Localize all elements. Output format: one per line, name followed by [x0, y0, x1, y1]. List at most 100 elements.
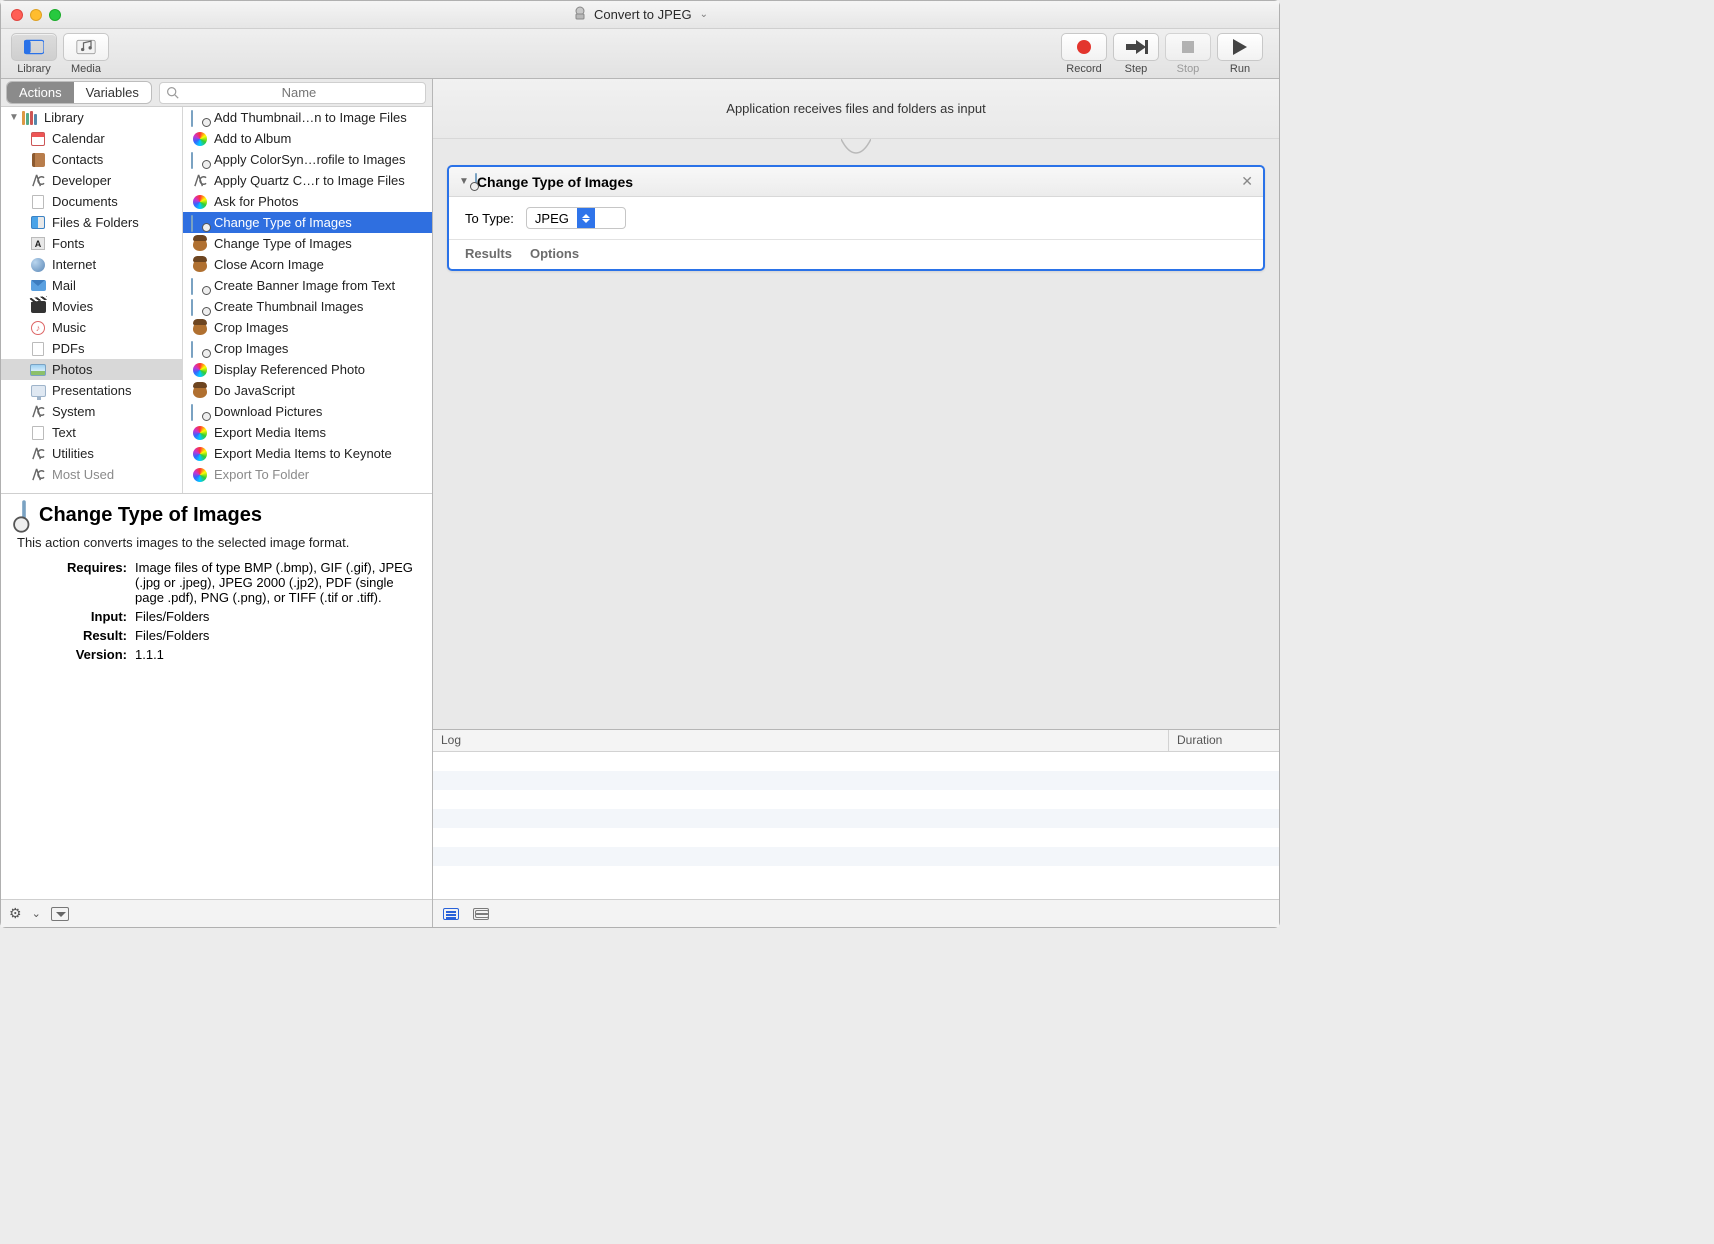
step-button[interactable]	[1113, 33, 1159, 61]
log-column-header[interactable]: Log	[433, 730, 1169, 751]
action-label: Crop Images	[214, 320, 288, 335]
search-field[interactable]	[159, 82, 426, 104]
category-label: Music	[52, 320, 86, 335]
category-row[interactable]: Text	[1, 422, 182, 443]
info-key: Result:	[17, 628, 127, 643]
record-button[interactable]	[1061, 33, 1107, 61]
category-row[interactable]: Presentations	[1, 380, 182, 401]
library-toggle-button[interactable]	[11, 33, 57, 61]
zoom-window-button[interactable]	[49, 9, 61, 21]
select-arrows-icon	[577, 208, 595, 228]
workflow-step-change-type[interactable]: ▼ Change Type of Images ✕ To Type: JPEG …	[447, 165, 1265, 271]
action-icon	[191, 173, 209, 189]
action-row[interactable]: Change Type of Images	[183, 233, 432, 254]
category-label: Developer	[52, 173, 111, 188]
duration-column-header[interactable]: Duration	[1169, 730, 1279, 751]
action-row[interactable]: Export Media Items to Keynote	[183, 443, 432, 464]
category-icon: ♪	[29, 320, 47, 336]
to-type-select[interactable]: JPEG	[526, 207, 626, 229]
close-window-button[interactable]	[11, 9, 23, 21]
workflow-step-header[interactable]: ▼ Change Type of Images ✕	[449, 167, 1263, 197]
workflow-view-button[interactable]	[473, 908, 489, 920]
library-root-label: Library	[44, 110, 84, 125]
action-icon	[191, 467, 209, 483]
close-icon[interactable]: ✕	[1241, 173, 1253, 190]
action-list[interactable]: Add Thumbnail…n to Image FilesAdd to Alb…	[183, 107, 432, 493]
category-row[interactable]: Files & Folders	[1, 212, 182, 233]
chevron-down-icon[interactable]: ⌄	[32, 907, 41, 920]
category-row[interactable]: Movies	[1, 296, 182, 317]
chevron-down-icon[interactable]: ⌄	[700, 9, 708, 20]
action-row[interactable]: Apply Quartz C…r to Image Files	[183, 170, 432, 191]
action-row[interactable]: Export To Folder	[183, 464, 432, 485]
category-row[interactable]: System	[1, 401, 182, 422]
to-type-label: To Type:	[465, 211, 514, 226]
log-row	[433, 752, 1279, 771]
action-label: Display Referenced Photo	[214, 362, 365, 377]
category-row[interactable]: Contacts	[1, 149, 182, 170]
action-row[interactable]: Export Media Items	[183, 422, 432, 443]
action-row[interactable]: Apply ColorSyn…rofile to Images	[183, 149, 432, 170]
log-header: Log Duration	[433, 730, 1279, 752]
workflow-footer	[433, 899, 1279, 927]
minimize-window-button[interactable]	[30, 9, 42, 21]
action-row[interactable]: Create Banner Image from Text	[183, 275, 432, 296]
category-icon: A	[29, 236, 47, 252]
category-row[interactable]: Developer	[1, 170, 182, 191]
category-row[interactable]: Calendar	[1, 128, 182, 149]
category-row[interactable]: Documents	[1, 191, 182, 212]
category-label: Documents	[52, 194, 118, 209]
action-row[interactable]: Do JavaScript	[183, 380, 432, 401]
run-button[interactable]	[1217, 33, 1263, 61]
action-label: Create Thumbnail Images	[214, 299, 363, 314]
step-icon	[1126, 40, 1146, 54]
disclosure-triangle-icon[interactable]: ▼	[459, 176, 469, 187]
disclosure-triangle-icon[interactable]: ▼	[9, 112, 19, 123]
category-row[interactable]: Mail	[1, 275, 182, 296]
variables-tab[interactable]: Variables	[74, 82, 151, 103]
category-row[interactable]: Most Used	[1, 464, 182, 485]
action-row[interactable]: Close Acorn Image	[183, 254, 432, 275]
category-row[interactable]: PDFs	[1, 338, 182, 359]
action-row[interactable]: Change Type of Images	[183, 212, 432, 233]
workflow-canvas[interactable]: ▼ Change Type of Images ✕ To Type: JPEG …	[433, 139, 1279, 729]
info-value: Image files of type BMP (.bmp), GIF (.gi…	[135, 560, 416, 605]
action-icon	[191, 341, 209, 357]
action-icon	[191, 152, 209, 168]
log-view-button[interactable]	[443, 908, 459, 920]
info-key: Input:	[17, 609, 127, 624]
library-mode-segmented: Actions Variables	[7, 82, 151, 103]
workflow-input-bar[interactable]: Application receives files and folders a…	[433, 79, 1279, 139]
gear-icon[interactable]: ⚙︎	[9, 905, 22, 922]
category-row[interactable]: AFonts	[1, 233, 182, 254]
action-row[interactable]: Crop Images	[183, 317, 432, 338]
category-list[interactable]: ▼ Library CalendarContacts Developer Docum…	[1, 107, 183, 493]
action-row[interactable]: Add to Album	[183, 128, 432, 149]
category-row[interactable]: Internet	[1, 254, 182, 275]
log-row	[433, 828, 1279, 847]
media-button[interactable]	[63, 33, 109, 61]
action-row[interactable]: Crop Images	[183, 338, 432, 359]
category-row[interactable]: ♪ Music	[1, 317, 182, 338]
toggle-description-button[interactable]	[51, 907, 69, 921]
action-row[interactable]: Ask for Photos	[183, 191, 432, 212]
stop-button[interactable]	[1165, 33, 1211, 61]
category-icon	[29, 278, 47, 294]
action-info-icon	[22, 502, 26, 529]
actions-tab[interactable]: Actions	[7, 82, 74, 103]
category-row[interactable]: Utilities	[1, 443, 182, 464]
category-row[interactable]: Photos	[1, 359, 182, 380]
library-root-row[interactable]: ▼ Library	[1, 107, 182, 128]
action-row[interactable]: Add Thumbnail…n to Image Files	[183, 107, 432, 128]
action-icon	[191, 194, 209, 210]
results-tab[interactable]: Results	[465, 246, 512, 261]
action-row[interactable]: Display Referenced Photo	[183, 359, 432, 380]
action-row[interactable]: Create Thumbnail Images	[183, 296, 432, 317]
search-input[interactable]	[179, 85, 419, 100]
action-row[interactable]: Download Pictures	[183, 401, 432, 422]
step-icon	[475, 174, 477, 189]
action-icon	[191, 362, 209, 378]
library-panel: Actions Variables ▼ Library CalendarCont…	[1, 79, 433, 927]
options-tab[interactable]: Options	[530, 246, 579, 261]
category-icon	[29, 404, 47, 420]
